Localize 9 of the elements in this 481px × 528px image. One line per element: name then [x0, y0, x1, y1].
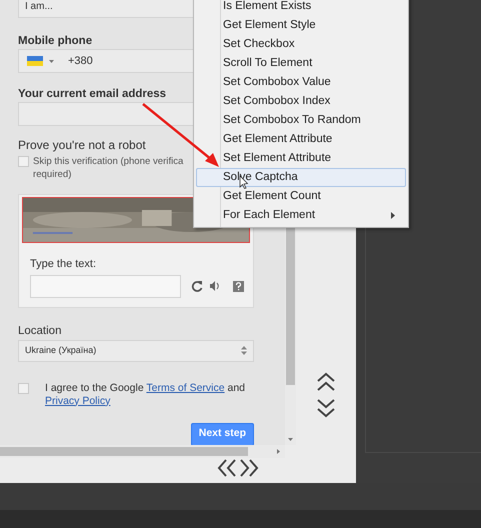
checkbox-label: Skip this verification (phone verifica required)	[33, 155, 184, 181]
select-value: Ukraine (Україна)	[25, 344, 96, 357]
field-value: +380	[68, 54, 93, 69]
prompt-label: Type the text:	[30, 257, 98, 272]
field-label: Your current email address	[18, 87, 166, 101]
field-label: Mobile phone	[18, 34, 92, 48]
terms-text: I agree to the Google Terms of Service and Privacy Policy	[45, 382, 245, 408]
section-heading: Prove you're not a robot	[18, 138, 146, 152]
field-label: Location	[18, 324, 62, 338]
